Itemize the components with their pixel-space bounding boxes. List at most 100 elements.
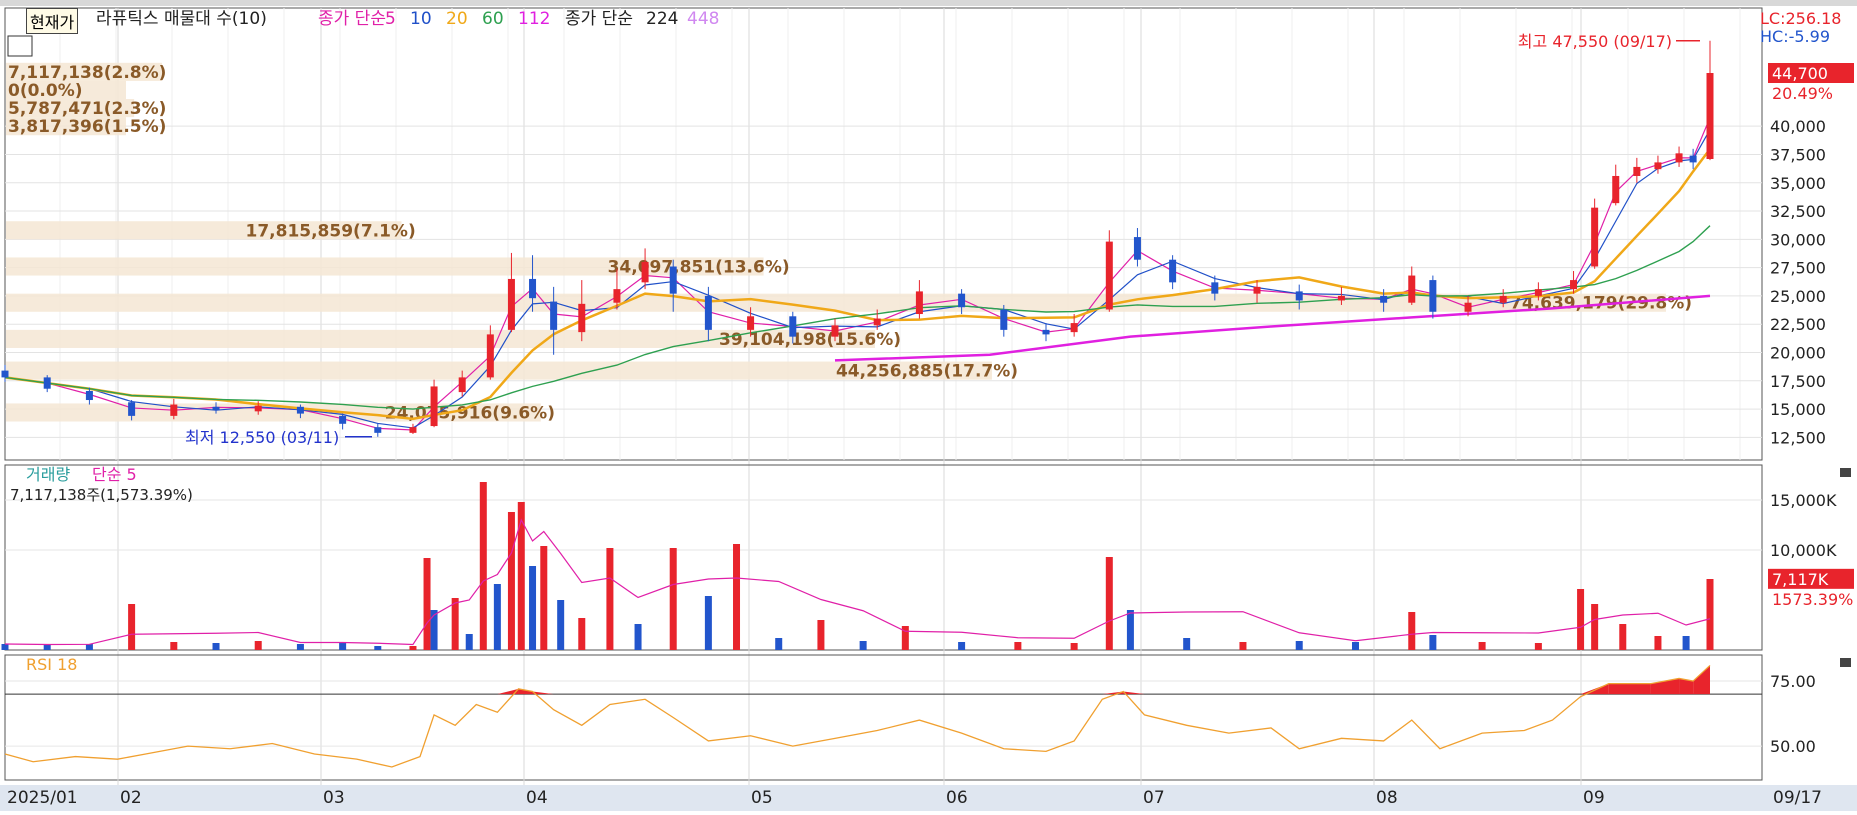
volume-bar — [606, 548, 614, 650]
volume-ma-label: 단순 5 — [92, 465, 137, 484]
candle-body — [1169, 259, 1177, 283]
volume-bar — [423, 558, 431, 650]
volume-bar — [1183, 638, 1191, 650]
volume-label: 거래량 — [26, 465, 70, 484]
volume-profile-label: 0(0.0%) — [8, 81, 83, 101]
volume-profile-label: 34,097,851(13.6%) — [608, 258, 790, 278]
ma-period-label: 5 — [385, 9, 396, 29]
volume-bar — [212, 643, 220, 650]
candle-body — [1633, 166, 1641, 176]
candle-body — [374, 427, 382, 433]
volume-profile-label: 7,117,138(2.8%) — [8, 63, 166, 83]
last-change-text: 20.49% — [1772, 84, 1833, 103]
volume-bar — [128, 604, 136, 650]
volume-bar — [1, 644, 9, 650]
volume-bar — [817, 620, 825, 650]
volume-profile-label: 17,815,859(7.1%) — [246, 221, 416, 241]
last-price-text: 44,700 — [1772, 64, 1828, 83]
ma448-period-label: 448 — [687, 9, 719, 29]
x-tick-label: 03 — [323, 788, 345, 808]
candle-body — [507, 278, 515, 330]
candle-body — [873, 318, 881, 326]
volume-bar — [1126, 610, 1134, 650]
volume-bar — [1239, 642, 1247, 650]
candle-body — [1380, 295, 1388, 303]
rsi-tick-label: 75.00 — [1770, 672, 1816, 691]
candle-body — [339, 415, 347, 424]
volume-bar — [430, 610, 438, 650]
x-end-label: 09/17 — [1773, 788, 1822, 808]
candle-body — [1706, 73, 1714, 159]
volume-bar — [479, 482, 487, 650]
candle-body — [1000, 309, 1008, 330]
volume-panel-toggle-icon — [1840, 468, 1851, 477]
candle-body — [529, 278, 537, 299]
candle-body — [1295, 291, 1303, 301]
volume-bar — [465, 634, 473, 650]
x-tick-label: 08 — [1376, 788, 1398, 808]
volume-bar — [254, 641, 262, 650]
candle-body — [1253, 286, 1261, 294]
volume-bar — [1478, 642, 1486, 650]
volume-bar — [1351, 642, 1359, 650]
current-price-tooltip: 현재가 — [26, 8, 79, 34]
volume-bar — [540, 546, 548, 650]
price-tick-label: 32,500 — [1770, 202, 1826, 221]
volume-tick-label: 15,000K — [1770, 491, 1837, 510]
price-tick-label: 12,500 — [1770, 428, 1826, 447]
candle-body — [1689, 155, 1697, 163]
candle-body — [1042, 329, 1050, 335]
volume-bar — [1408, 612, 1416, 650]
ma-prefix-label: 종가 단순 — [318, 9, 386, 29]
x-tick-label: 04 — [526, 788, 548, 808]
volume-bar — [1295, 641, 1303, 650]
x-tick-label: 05 — [751, 788, 773, 808]
candle-body — [128, 402, 136, 416]
candle-body — [831, 325, 839, 337]
volume-tick-label: 10,000K — [1770, 541, 1837, 560]
candle-body — [641, 261, 649, 283]
volume-bar — [296, 644, 304, 650]
price-tick-label: 20,000 — [1770, 344, 1826, 363]
candle-body — [1464, 302, 1472, 312]
candle-body — [1675, 153, 1683, 163]
volume-bar — [1014, 642, 1022, 650]
candle-body — [1211, 282, 1219, 294]
last-ratio-text: 1573.39% — [1772, 590, 1853, 609]
indicator-label: 라퓨틱스 매물대 수(10) — [96, 9, 267, 29]
ma-long-prefix-label: 종가 단순 — [565, 9, 633, 29]
volume-bar — [859, 641, 867, 650]
volume-profile-bar — [6, 293, 1666, 312]
candle-body — [458, 377, 466, 393]
volume-bar — [958, 642, 966, 650]
max-price-label: 최고 47,550 (09/17) — [1518, 32, 1672, 51]
volume-bar — [170, 642, 178, 650]
volume-bar — [1577, 589, 1585, 650]
price-tick-label: 25,000 — [1770, 287, 1826, 306]
candle-body — [1429, 280, 1437, 312]
price-tick-label: 15,000 — [1770, 400, 1826, 419]
candle-body — [430, 386, 438, 427]
volume-bar — [409, 646, 417, 650]
candle-body — [1133, 237, 1141, 260]
volume-bar — [1619, 624, 1627, 650]
ma-period-label: 112 — [518, 9, 550, 29]
volume-bar — [733, 544, 741, 650]
candle-body — [613, 289, 621, 303]
candle-body — [43, 377, 51, 389]
volume-bar — [1070, 643, 1078, 650]
x-tick-label: 02 — [120, 788, 142, 808]
last-volume-text: 7,117K — [1772, 570, 1829, 589]
candle-body — [1337, 295, 1345, 301]
candle-body — [1570, 280, 1578, 290]
price-tick-label: 27,500 — [1770, 259, 1826, 278]
chart-canvas[interactable]: 2025/01 02 03 04 05 06 07 08 09 09/17 40,000 37,500… — [0, 0, 1857, 811]
volume-bar — [704, 596, 712, 650]
volume-bar — [374, 646, 382, 650]
volume-bar — [1682, 636, 1690, 650]
min-price-label: 최저 12,550 (03/11) — [185, 428, 339, 447]
rsi-label: RSI 18 — [26, 655, 77, 674]
candle-body — [1499, 295, 1507, 303]
candle-body — [1, 370, 9, 378]
ma-period-label: 10 — [410, 9, 432, 29]
